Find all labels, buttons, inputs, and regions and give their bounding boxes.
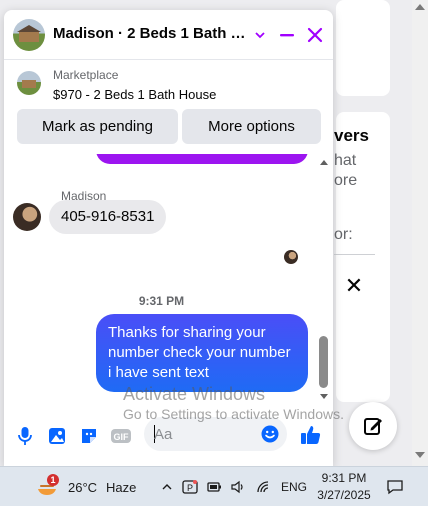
- svg-text:P: P: [187, 483, 193, 493]
- background-text-line3: or:: [334, 226, 353, 243]
- scroll-down-arrow-icon[interactable]: [415, 452, 425, 458]
- chat-scrollbar[interactable]: [318, 156, 330, 404]
- close-icon[interactable]: [303, 23, 327, 47]
- message-timestamp: 9:31 PM: [138, 294, 185, 308]
- chat-title[interactable]: Madison · 2 Beds 1 Bath House: [53, 25, 253, 42]
- listing-avatar[interactable]: [13, 19, 45, 51]
- listing-title: $970 - 2 Beds 1 Bath House: [53, 87, 217, 102]
- wifi-icon[interactable]: [255, 478, 273, 496]
- gif-icon[interactable]: GIF: [110, 425, 132, 447]
- scroll-up-arrow-icon[interactable]: [320, 160, 328, 165]
- avatar[interactable]: [13, 203, 41, 231]
- scrollbar-thumb[interactable]: [319, 336, 328, 388]
- scroll-down-arrow-icon[interactable]: [320, 394, 328, 399]
- listing-label: Marketplace: [53, 68, 119, 82]
- compose-icon: [364, 418, 382, 435]
- received-message: 405-916-8531: [49, 200, 167, 234]
- read-receipt-avatar: [284, 250, 298, 264]
- svg-text:GIF: GIF: [114, 432, 130, 442]
- tray-app-icon[interactable]: P: [181, 478, 199, 496]
- message-input[interactable]: [154, 424, 254, 444]
- microphone-icon[interactable]: [14, 425, 36, 447]
- thumbs-up-icon[interactable]: [298, 422, 324, 448]
- battery-icon[interactable]: [205, 478, 223, 496]
- chat-header[interactable]: Madison · 2 Beds 1 Bath House: [4, 10, 333, 60]
- background-text-line2: ore: [334, 172, 358, 189]
- message-input-container[interactable]: [144, 417, 287, 451]
- notification-icon[interactable]: [386, 478, 404, 496]
- clock-time[interactable]: 9:31 PM: [318, 471, 370, 485]
- weather-notification-badge: 1: [47, 474, 59, 486]
- taskbar: 1 26°C Haze P ENG 9:31 PM 3/27/2025: [0, 466, 428, 506]
- chevron-down-icon[interactable]: [248, 23, 272, 47]
- mark-as-pending-button[interactable]: Mark as pending: [17, 109, 178, 144]
- chevron-up-icon[interactable]: [158, 478, 176, 496]
- more-options-button[interactable]: More options: [182, 109, 321, 144]
- sticker-icon[interactable]: [78, 425, 100, 447]
- listing-thumbnail: [17, 71, 41, 95]
- language-indicator[interactable]: ENG: [281, 480, 307, 494]
- sent-message: Thanks for sharing your number check you…: [96, 314, 308, 392]
- new-message-button[interactable]: [349, 402, 397, 450]
- scroll-up-arrow-icon[interactable]: [415, 4, 425, 10]
- background-text-line1: hat: [334, 152, 357, 169]
- page-scrollbar[interactable]: [412, 0, 428, 466]
- temperature[interactable]: 26°C: [68, 480, 97, 495]
- image-icon[interactable]: [46, 425, 68, 447]
- volume-icon[interactable]: [229, 478, 247, 496]
- weather-condition[interactable]: Haze: [106, 480, 136, 495]
- message-thread[interactable]: Madison 405-916-8531 9:31 PM Thanks for …: [4, 154, 333, 406]
- background-card-top: [336, 0, 390, 96]
- background-heading: vers: [334, 126, 369, 145]
- activate-windows-watermark: Activate Windows: [123, 384, 266, 404]
- close-icon[interactable]: ✕: [342, 274, 366, 298]
- clock-date[interactable]: 3/27/2025: [314, 488, 374, 502]
- previous-message-bubble: [96, 154, 308, 164]
- activate-windows-subtext: Go to Settings to activate Windows.: [123, 406, 344, 422]
- minimize-icon[interactable]: [275, 23, 299, 47]
- background-divider: [334, 254, 375, 255]
- listing-banner[interactable]: Marketplace $970 - 2 Beds 1 Bath House: [4, 61, 333, 107]
- emoji-icon[interactable]: [260, 424, 280, 444]
